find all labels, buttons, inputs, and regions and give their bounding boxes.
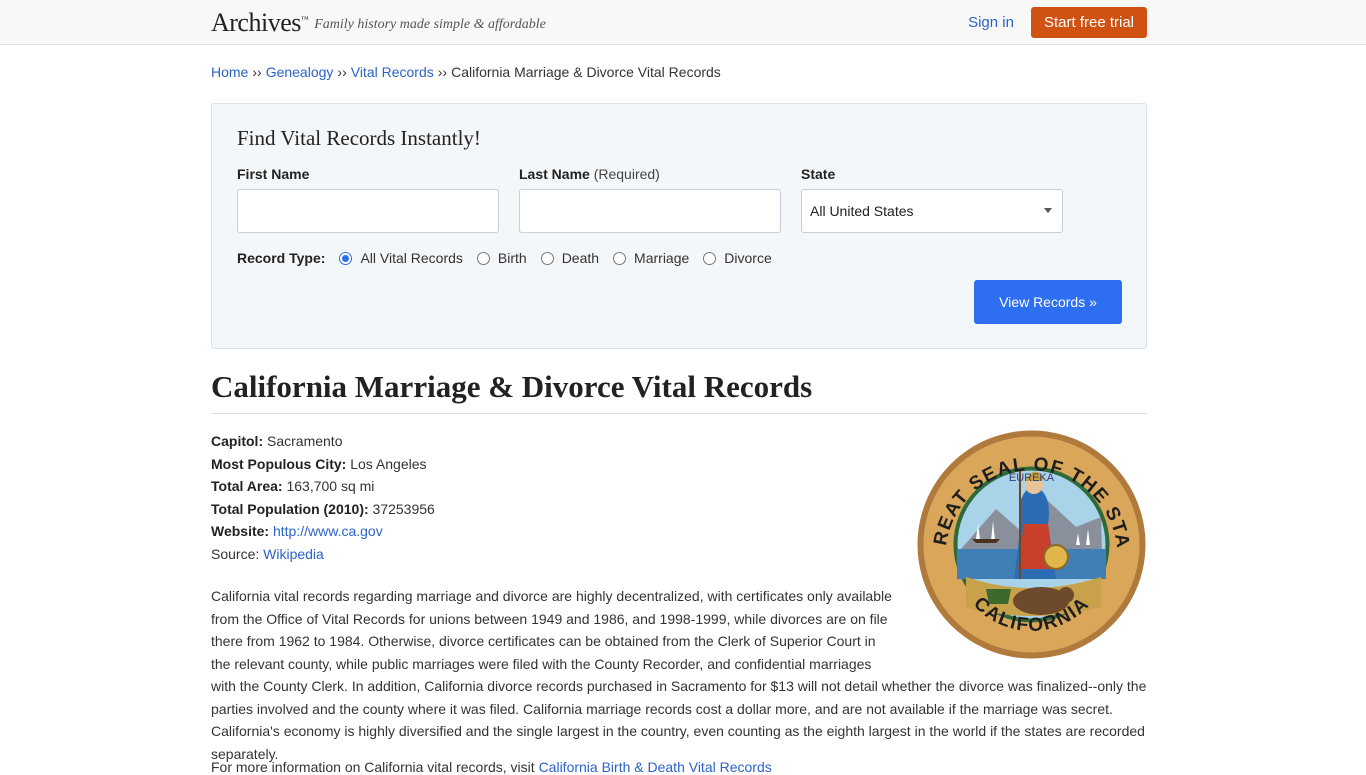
- more-info: For more information on California vital…: [211, 759, 772, 775]
- search-form: Find Vital Records Instantly! First Name…: [211, 103, 1147, 349]
- article-body: California vital records regarding marri…: [211, 585, 1147, 765]
- state-label: State: [801, 166, 835, 182]
- logo[interactable]: Archives™: [211, 7, 309, 38]
- logo-trademark: ™: [300, 13, 309, 23]
- radio-label: All Vital Records: [360, 250, 463, 266]
- record-type-label: Record Type:: [237, 250, 326, 266]
- fact-value: Los Angeles: [350, 455, 427, 472]
- radio-icon[interactable]: [703, 251, 717, 265]
- radio-label: Divorce: [724, 250, 772, 266]
- breadcrumb-separator: ››: [437, 64, 448, 80]
- state-label-text: State: [801, 166, 836, 182]
- fact-value: 37253956: [372, 500, 435, 517]
- radio-icon[interactable]: [540, 251, 554, 265]
- seal-ship-hull: [972, 539, 1000, 543]
- last-name-label-text: Last Name: [519, 166, 590, 182]
- top-bar: Archives™ Family history made simple & a…: [0, 0, 1366, 45]
- radio-icon[interactable]: [613, 251, 627, 265]
- radio-birth[interactable]: Birth: [476, 250, 527, 266]
- fact-label: Website:: [211, 523, 270, 539]
- start-free-trial-button[interactable]: Start free trial: [1030, 7, 1147, 38]
- last-name-label: Last Name (Required): [519, 166, 660, 182]
- radio-all-vital-records[interactable]: All Vital Records: [339, 250, 463, 266]
- breadcrumb: Home ›› Genealogy ›› Vital Records ›› Californ…: [211, 64, 1147, 80]
- radio-death[interactable]: Death: [540, 250, 600, 266]
- breadcrumb-genealogy[interactable]: Genealogy: [266, 64, 334, 80]
- fact-label: Capitol:: [211, 433, 264, 449]
- first-name-label-text: First Name: [237, 166, 310, 182]
- caret-down-icon: [1044, 208, 1052, 213]
- required-note: (Required): [593, 166, 660, 182]
- state-select[interactable]: All United States: [801, 189, 1063, 233]
- first-name-label: First Name: [237, 166, 309, 182]
- state-select-value: All United States: [810, 203, 914, 219]
- fact-label: Total Area:: [211, 478, 283, 494]
- more-info-text: For more information on California vital…: [211, 759, 535, 775]
- last-name-input[interactable]: [519, 189, 781, 233]
- breadcrumb-separator: ››: [337, 64, 347, 80]
- fact-label: Most Populous City:: [211, 455, 347, 472]
- search-title: Find Vital Records Instantly!: [237, 126, 481, 150]
- first-name-input[interactable]: [237, 189, 499, 233]
- page-title: California Marriage & Divorce Vital Reco…: [211, 369, 1147, 414]
- view-records-button[interactable]: View Records »: [974, 280, 1122, 324]
- record-type-group: Record Type: All Vital Records Birth Dea…: [237, 250, 786, 266]
- breadcrumb-vital-records[interactable]: Vital Records: [351, 64, 434, 80]
- sign-in-link[interactable]: Sign in: [968, 14, 1014, 31]
- radio-label: Birth: [497, 250, 527, 266]
- logo-text: Archives: [211, 7, 301, 37]
- seal-motto: EUREKA: [1009, 472, 1055, 484]
- radio-label: Death: [561, 250, 600, 266]
- breadcrumb-current: California Marriage & Divorce Vital Reco…: [451, 64, 721, 80]
- tagline: Family history made simple & affordable: [314, 16, 546, 32]
- fact-label: Total Population (2010):: [211, 500, 369, 517]
- website-link[interactable]: http://www.ca.gov: [273, 523, 383, 539]
- radio-icon[interactable]: [476, 251, 490, 265]
- wikipedia-link[interactable]: Wikipedia: [263, 546, 324, 562]
- seal-shield: [1043, 544, 1069, 570]
- birth-death-records-link[interactable]: California Birth & Death Vital Records: [539, 759, 772, 775]
- fact-label: Source:: [211, 545, 260, 562]
- fact-value: Sacramento: [267, 433, 343, 449]
- breadcrumb-home[interactable]: Home: [211, 64, 248, 80]
- breadcrumb-separator: ››: [252, 64, 262, 80]
- fact-value: 163,700 sq mi: [286, 478, 375, 494]
- seal-float-spacer: [897, 585, 1147, 670]
- radio-divorce[interactable]: Divorce: [703, 250, 772, 266]
- radio-marriage[interactable]: Marriage: [613, 250, 689, 266]
- radio-label: Marriage: [634, 250, 690, 266]
- radio-checked-icon[interactable]: [339, 251, 353, 265]
